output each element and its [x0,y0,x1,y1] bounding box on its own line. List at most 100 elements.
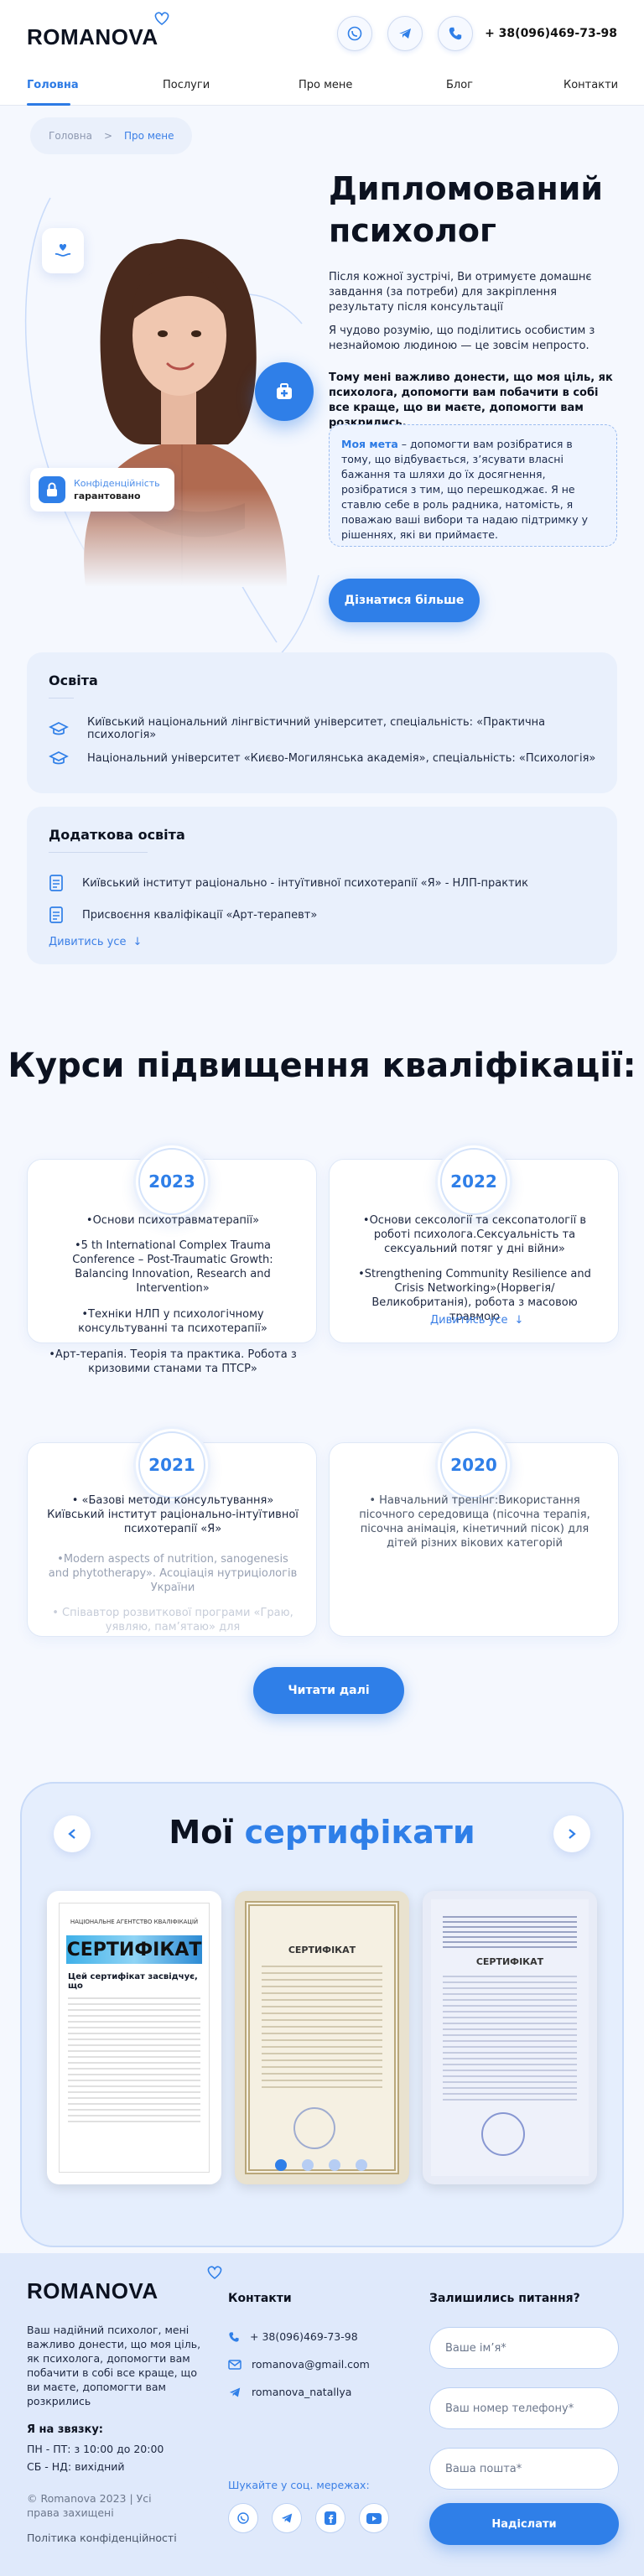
heart-hands-icon [53,241,73,261]
care-icon-circle [255,362,314,421]
nav-contacts[interactable]: Контакти [564,79,618,91]
goal-box: Моя мета – допомогти вам розібратися в т… [329,424,617,547]
document-icon [49,874,64,892]
education-card: Освіта Київський національний лінгвістич… [27,652,617,793]
heart-badge [42,228,84,273]
viber-icon[interactable] [337,16,373,51]
nav-services[interactable]: Послуги [163,79,210,91]
hours-weekend: СБ - НД: вихідний [27,2460,125,2473]
read-more-button[interactable]: Читати далі [253,1667,404,1714]
email-field[interactable]: Ваша пошта* [429,2448,619,2490]
goal-text: – допомогти вам розібратися в тому, що в… [341,438,588,541]
viber-icon[interactable] [228,2503,258,2533]
year-badge: 2022 [435,1143,512,1220]
footer-about-text: Ваш надійний психолог, мені важливо доне… [27,2324,201,2407]
phone-field[interactable]: Ваш номер телефону* [429,2387,619,2429]
nav-about[interactable]: Про мене [299,79,352,91]
page-title: Дипломований психолог [329,170,604,249]
breadcrumb-separator: > [103,130,113,142]
course-item: •Техніки НЛП у психологічному консультув… [78,1308,267,1335]
contacts-title: Контакти [228,2292,292,2305]
phone-icon [228,2331,240,2343]
course-item: •Modern aspects of nutrition, sanogenesi… [48,1553,298,1594]
year-2020: 2020 [440,1431,507,1498]
cert1-title: СЕРТИФІКАТ [66,1935,202,1964]
logo-text: ROMANOVA [27,23,158,49]
course-card-2020: 2020 • Навчальний тренінг:Використання п… [329,1426,619,1637]
education-title: Освіта [49,673,98,688]
logo[interactable]: ROMANOVA [27,11,169,50]
footer-contacts: Контакти + 38(096)469-73-98 romanova@gma… [228,2292,404,2533]
telegram-icon[interactable] [387,16,423,51]
year-badge: 2023 [133,1143,210,1220]
logo-heart-icon [153,11,170,26]
certificates-title-b: сертифікати [244,1814,475,1851]
youtube-icon[interactable] [359,2503,389,2533]
submit-button[interactable]: Надіслати [429,2503,619,2545]
course-item: •Основи психотравматерапії» [86,1214,260,1227]
social-links [228,2503,404,2533]
header-phone[interactable]: + 38(096)469-73-98 [485,27,617,40]
privacy-link[interactable]: Політика конфіденційності [27,2532,211,2544]
confidentiality-badge: Конфіденційність гарантовано [30,468,174,512]
certificate-card-2[interactable]: СЕРТИФІКАТ [235,1891,409,2184]
medical-bag-icon [273,381,295,402]
name-field[interactable]: Ваше ім’я* [429,2327,619,2369]
logo-heart-icon [206,2265,223,2280]
learn-more-button[interactable]: Дізнатися більше [329,579,480,622]
education-item: Національний університет «Києво-Могилянс… [49,750,595,766]
email-icon [228,2359,242,2370]
telegram-icon[interactable] [272,2503,302,2533]
course-card-2023: 2023 •Основи психотравматерапії» •5 th I… [27,1143,317,1375]
course-item: •5 th International Complex Trauma Confe… [72,1239,273,1295]
certificate-card-3[interactable]: СЕРТИФІКАТ [423,1891,597,2184]
footer-email: romanova@gmail.com [252,2358,370,2371]
extra-education-item-text: Київський інститут раціонально - інтуїти… [82,876,528,890]
certificate-card-1[interactable]: НАЦІОНАЛЬНЕ АГЕНТСТВО КВАЛІФІКАЦІЙ СЕРТИ… [47,1891,221,2184]
nav-blog[interactable]: Блог [446,79,473,91]
education-item-text: Київський національний лінгвістичний уні… [87,716,546,741]
site-header: ROMANOVA + 38(096)469-73-98 [0,0,644,67]
form-title: Залишились питання? [429,2292,580,2305]
cert2-title: СЕРТИФІКАТ [288,1945,356,1955]
main-nav: Головна Послуги Про мене Блог Контакти [0,67,644,106]
view-all-link[interactable]: Дивитись усе ↓ [49,936,142,948]
courses-title: Курси підвищення кваліфікації: [8,1046,636,1085]
badge-line2: гарантовано [74,491,141,501]
footer-telegram-link[interactable]: romanova_natallya [228,2386,404,2398]
telegram-icon [228,2386,242,2398]
view-all-link[interactable]: Дивитись усе ↓ [430,1314,523,1327]
carousel-dot[interactable] [329,2159,340,2171]
breadcrumb-current: Про мене [124,130,174,142]
hero-paragraph-2: Я чудово розумію, що поділитись особисти… [329,325,595,352]
breadcrumb: Головна > Про мене [30,117,193,154]
hero-paragraph-1: Після кожної зустрічі, Ви отримуєте дома… [329,271,592,314]
document-icon [49,906,64,924]
extra-education-underline [49,852,148,853]
carousel-dot[interactable] [302,2159,314,2171]
education-item: Київський національний лінгвістичний уні… [49,716,617,741]
phone-icon[interactable] [438,16,474,51]
course-card-2022: 2022 •Основи сексології та сексопатологі… [329,1143,619,1343]
extra-education-item: Присвоєння кваліфікації «Арт-терапевт» [49,906,317,924]
course-item: • Навчальний тренінг:Використання пісочн… [359,1494,590,1550]
breadcrumb-home[interactable]: Головна [49,130,92,142]
hours-title: Я на звязку: [27,2423,103,2436]
year-2022: 2022 [440,1148,507,1215]
facebook-icon[interactable] [315,2503,345,2533]
footer-telegram: romanova_natallya [252,2386,352,2398]
course-item: •Основи сексології та сексопатології в р… [362,1214,587,1255]
nav-home[interactable]: Головна [27,79,79,91]
footer-phone-link[interactable]: + 38(096)469-73-98 [228,2330,404,2343]
extra-education-title: Додаткова освіта [49,827,185,843]
footer-logo-text: ROMANOVA [27,2278,158,2303]
footer-email-link[interactable]: romanova@gmail.com [228,2358,404,2371]
footer-logo[interactable]: ROMANOVA [27,2266,222,2304]
hours-weekdays: ПН - ПТ: з 10:00 до 20:00 [27,2443,164,2455]
carousel-dot[interactable] [275,2159,287,2171]
copyright: © Romanova 2023 | Усі права захищені [27,2492,152,2519]
badge-line1: Конфіденційність [74,478,160,489]
graduation-cap-icon [49,720,69,737]
carousel-dot[interactable] [356,2159,367,2171]
footer-phone: + 38(096)469-73-98 [250,2330,358,2343]
